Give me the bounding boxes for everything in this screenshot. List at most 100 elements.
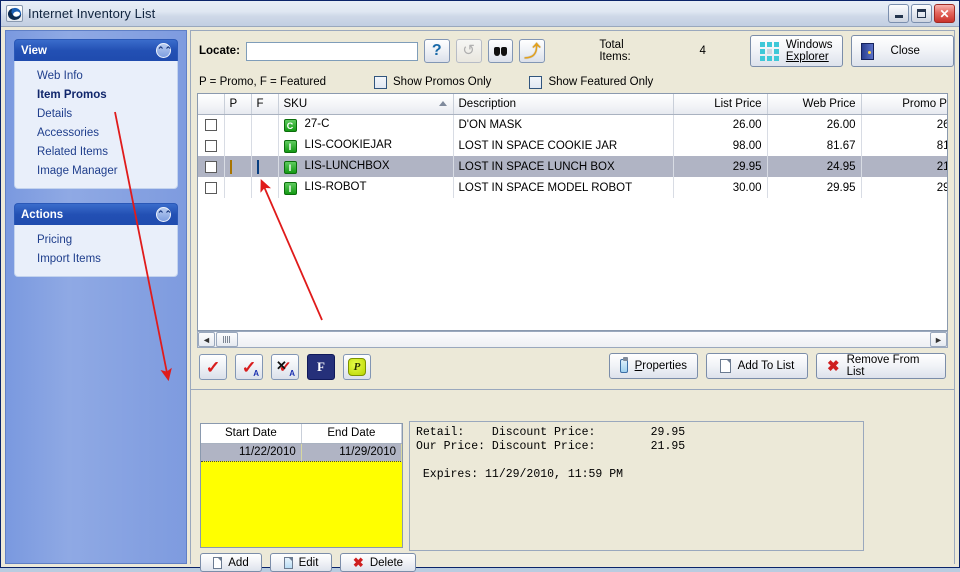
help-button[interactable]: ? [423, 39, 450, 63]
row-web-price-cell: 29.95 [767, 177, 862, 198]
featured-diamond-icon [256, 159, 259, 174]
featured-f-icon: F [317, 359, 325, 374]
sidebar-item-image-manager[interactable]: Image Manager [15, 162, 177, 181]
row-promo-cell [224, 156, 252, 177]
scroll-left-button[interactable]: ◄ [198, 332, 215, 347]
sidebar-item-pricing[interactable]: Pricing [15, 231, 177, 250]
column-header-featured[interactable]: F [251, 94, 279, 115]
column-header-end-date[interactable]: End Date [301, 424, 402, 444]
item-type-tag-icon: I [283, 160, 297, 174]
sidebar-panel-actions: Actions ⌃⌃ Pricing Import Items [14, 203, 178, 277]
row-checkbox-icon[interactable] [204, 118, 217, 131]
windows-explorer-label-line2: Explorer [785, 51, 829, 63]
sidebar-panel-actions-header[interactable]: Actions ⌃⌃ [14, 203, 178, 225]
inventory-grid[interactable]: P F SKU Description List Price Web Price… [197, 93, 948, 331]
check-all-button[interactable]: ✓ [199, 354, 227, 380]
row-checkbox-icon[interactable] [204, 181, 217, 194]
item-type-tag-icon: I [283, 139, 297, 153]
promo-date-row-selected[interactable]: 11/22/2010 11/29/2010 [201, 442, 402, 462]
row-sku-value: 27-C [304, 117, 330, 130]
promo-p-icon: P [348, 358, 366, 376]
row-list-price-cell: 29.95 [673, 156, 768, 177]
sidebar-item-import-items[interactable]: Import Items [15, 250, 177, 269]
inventory-table-head: P F SKU Description List Price Web Price… [198, 94, 947, 115]
row-sku-value: LIS-ROBOT [304, 180, 367, 193]
sidebar-item-web-info[interactable]: Web Info [15, 67, 177, 86]
column-header-start-date[interactable]: Start Date [201, 424, 302, 444]
row-featured-cell [251, 135, 279, 156]
promo-toggle-button[interactable]: P [343, 354, 371, 380]
windows-explorer-button[interactable]: Windows Explorer [749, 35, 843, 67]
row-featured-cell [251, 177, 279, 198]
row-web-price-cell: 81.67 [767, 135, 862, 156]
promo-dates-header-row: Start Date End Date [201, 424, 402, 444]
table-row[interactable]: I LIS-COOKIEJAR LOST IN SPACE COOKIE JAR … [198, 135, 947, 156]
chevron-up-icon[interactable]: ⌃⌃ [156, 207, 172, 222]
show-featured-only-checkbox[interactable]: Show Featured Only [529, 75, 653, 89]
sidebar: View ⌃⌃ Web Info Item Promos Details Acc… [5, 30, 187, 564]
column-header-sku[interactable]: SKU [278, 94, 454, 115]
sidebar-item-related-items[interactable]: Related Items [15, 143, 177, 162]
find-button[interactable] [487, 39, 514, 63]
table-row[interactable]: C 27-C D'ON MASK 26.00 26.00 26.00 [198, 114, 947, 135]
add-to-list-button[interactable]: Add To List [706, 353, 808, 379]
column-header-promo[interactable]: P [224, 94, 252, 115]
column-header-checkbox[interactable] [198, 94, 225, 115]
sidebar-item-accessories[interactable]: Accessories [15, 124, 177, 143]
scroll-right-button[interactable]: ► [930, 332, 947, 347]
column-header-list-price[interactable]: List Price [673, 94, 768, 115]
show-promos-only-checkbox[interactable]: Show Promos Only [374, 75, 491, 89]
maximize-button[interactable] [911, 4, 932, 23]
app-swoosh-icon [6, 5, 23, 22]
locate-input[interactable] [245, 41, 418, 61]
delete-label: Delete [369, 556, 404, 569]
column-header-web-price[interactable]: Web Price [767, 94, 862, 115]
item-type-tag-icon: I [283, 181, 297, 195]
promo-dates-grid[interactable]: Start Date End Date 11/22/2010 11/29/201… [200, 423, 403, 548]
properties-label-rest: roperties [642, 360, 687, 372]
promo-dates-body: 11/22/2010 11/29/2010 [201, 442, 402, 462]
close-window-button[interactable]: ✕ [934, 4, 955, 23]
column-header-description[interactable]: Description [453, 94, 674, 115]
chevron-up-icon[interactable]: ⌃⌃ [156, 43, 172, 58]
checkbox-icon [374, 75, 387, 89]
sidebar-item-details[interactable]: Details [15, 105, 177, 124]
close-button[interactable]: Close [850, 35, 955, 67]
page-icon [213, 556, 223, 569]
column-header-promo-price[interactable]: Promo Price [861, 94, 947, 115]
sidebar-panel-view-header[interactable]: View ⌃⌃ [14, 39, 178, 61]
scroll-thumb[interactable] [216, 332, 238, 347]
row-checkbox-cell[interactable] [198, 177, 225, 198]
row-checkbox-icon[interactable] [204, 139, 217, 152]
row-sku-value: LIS-COOKIEJAR [304, 138, 393, 151]
remove-from-list-label: Remove From List [846, 354, 920, 378]
row-checkbox-icon[interactable] [204, 160, 217, 173]
row-description-cell: LOST IN SPACE MODEL ROBOT [453, 177, 674, 198]
delete-promo-button[interactable]: ✖ Delete [340, 553, 416, 572]
uncheck-all-a-button[interactable]: ✓ ✕ A [271, 354, 299, 380]
grid-horizontal-scrollbar[interactable]: ◄ ► [197, 331, 948, 348]
remove-from-list-button[interactable]: ✖ Remove From List [816, 353, 946, 379]
row-promo-cell [224, 135, 252, 156]
red-check-icon: ✓ [205, 357, 221, 377]
check-all-a-button[interactable]: ✓ A [235, 354, 263, 380]
row-sku-value: LIS-LUNCHBOX [304, 159, 390, 172]
page-edit-icon [283, 556, 293, 569]
properties-button[interactable]: Properties [609, 353, 698, 379]
row-description-cell: LOST IN SPACE LUNCH BOX [453, 156, 674, 177]
sidebar-item-item-promos[interactable]: Item Promos [15, 86, 177, 105]
row-checkbox-cell[interactable] [198, 135, 225, 156]
jump-button[interactable]: ⤴ [519, 39, 546, 63]
properties-label: Properties [634, 360, 687, 372]
add-promo-button[interactable]: Add [200, 553, 262, 572]
row-checkbox-cell[interactable] [198, 156, 225, 177]
row-promo-price-cell: 21.95 [861, 156, 947, 177]
refresh-button[interactable]: ↺ [455, 39, 482, 63]
table-row-selected[interactable]: I LIS-LUNCHBOX LOST IN SPACE LUNCH BOX 29… [198, 156, 947, 177]
row-list-price-cell: 98.00 [673, 135, 768, 156]
minimize-button[interactable] [888, 4, 909, 23]
row-checkbox-cell[interactable] [198, 114, 225, 135]
edit-promo-button[interactable]: Edit [270, 553, 332, 572]
featured-toggle-button[interactable]: F [307, 354, 335, 380]
table-row[interactable]: I LIS-ROBOT LOST IN SPACE MODEL ROBOT 30.… [198, 177, 947, 198]
